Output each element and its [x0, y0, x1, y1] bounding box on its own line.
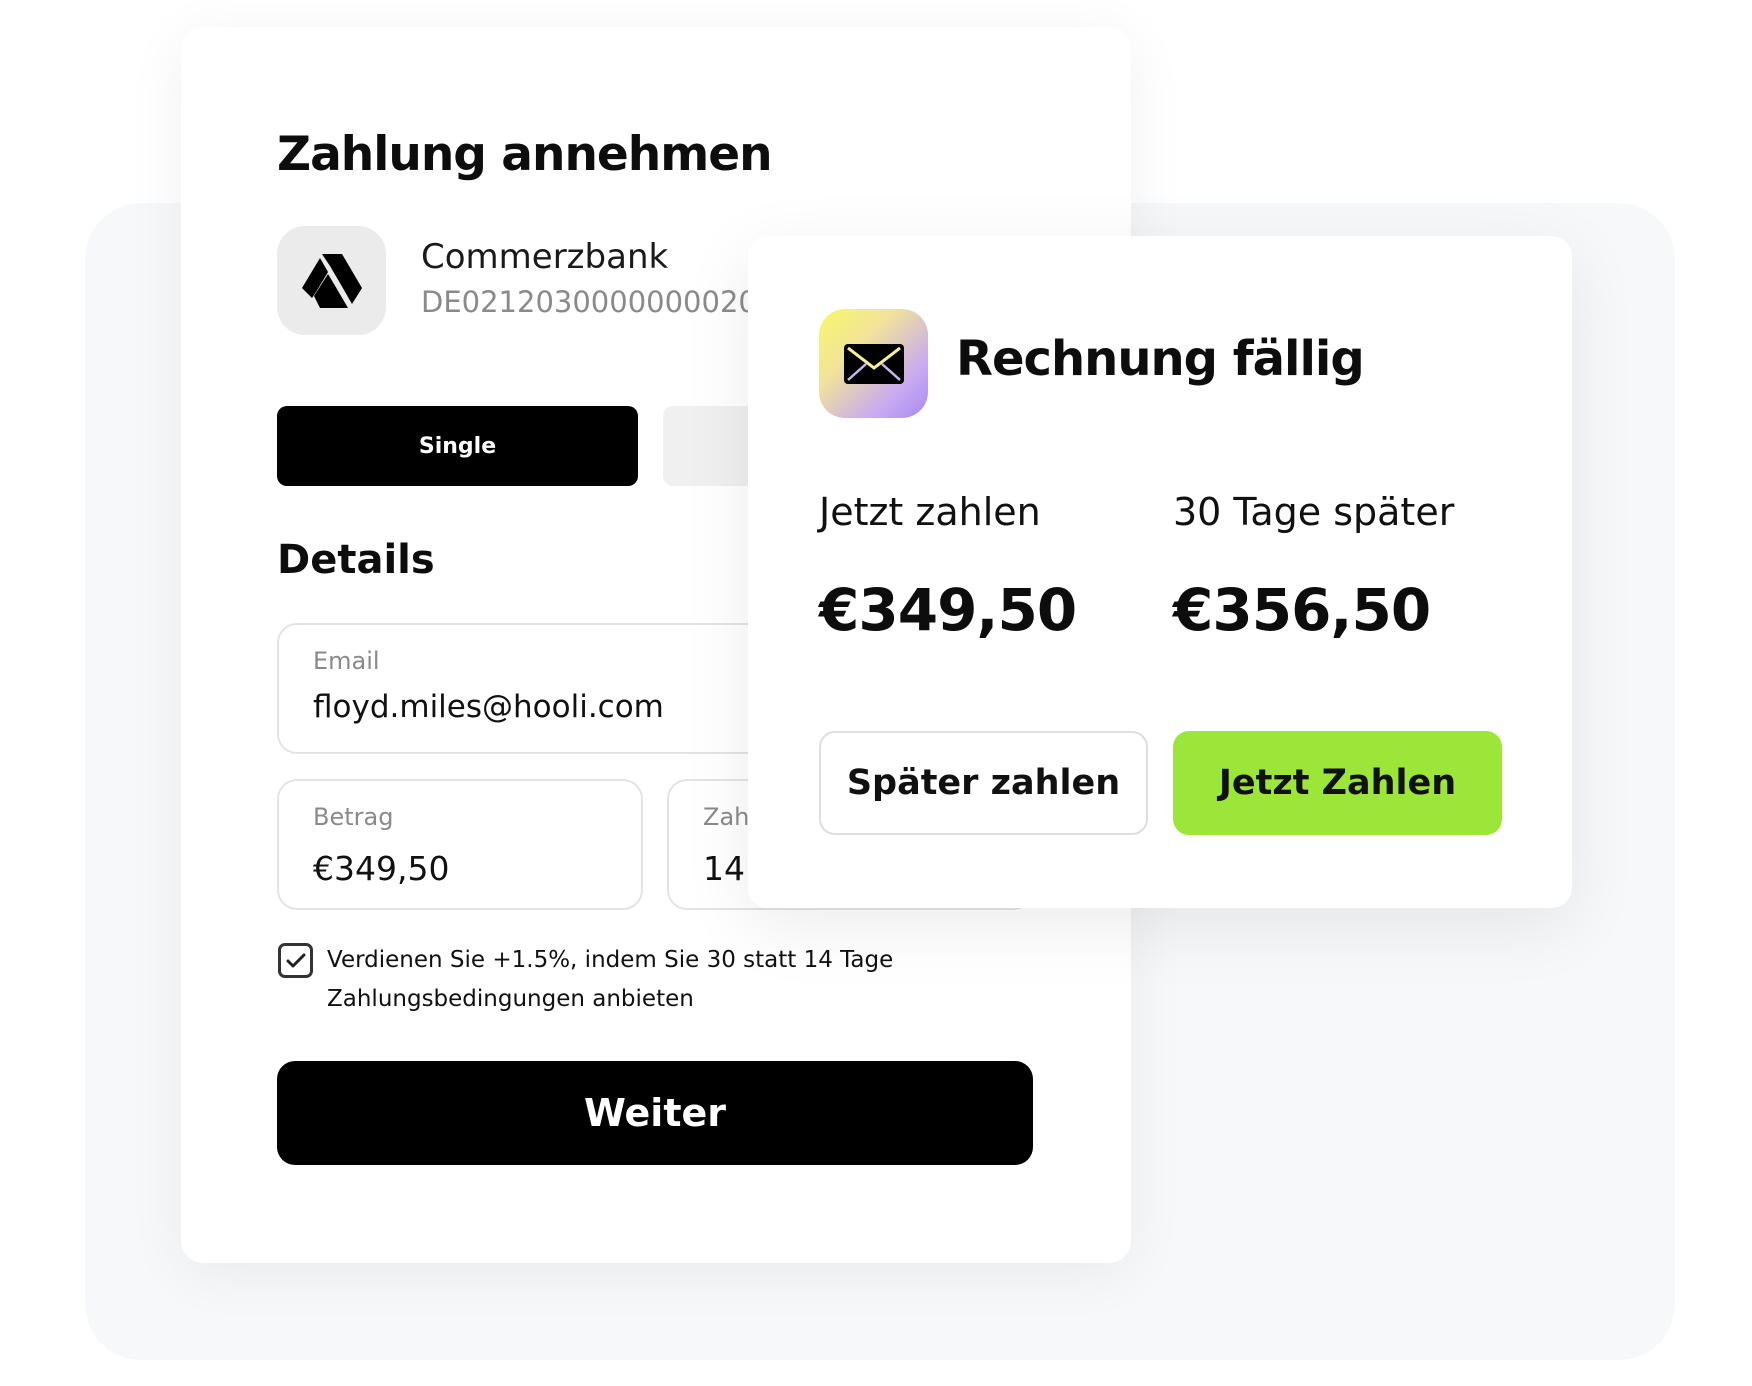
details-heading: Details: [277, 537, 435, 583]
extended-terms-checkbox[interactable]: [278, 943, 313, 978]
payment-type-single-button[interactable]: Single: [277, 406, 638, 486]
invoice-due-popup: Rechnung fällig Jetzt zahlen €349,50 30 …: [748, 236, 1572, 908]
email-field-value[interactable]: floyd.miles@hooli.com: [313, 689, 664, 725]
pay-now-button[interactable]: Jetzt Zahlen: [1173, 731, 1502, 835]
amount-field-value[interactable]: €349,50: [313, 849, 449, 888]
pay-later-option-amount: €356,50: [1173, 576, 1431, 644]
page-title: Zahlung annehmen: [277, 127, 773, 182]
pay-later-button[interactable]: Später zahlen: [819, 731, 1148, 835]
commerzbank-logo-icon: [301, 253, 362, 308]
continue-button[interactable]: Weiter: [277, 1061, 1033, 1165]
mail-tile: [819, 309, 928, 418]
bank-logo: [277, 226, 386, 335]
amount-field[interactable]: Betrag €349,50: [277, 779, 643, 910]
pay-now-option-label: Jetzt zahlen: [819, 490, 1041, 534]
invoice-title: Rechnung fällig: [956, 331, 1365, 387]
pay-now-option-amount: €349,50: [819, 576, 1077, 644]
checkmark-icon: [286, 953, 305, 967]
mail-icon: [843, 343, 904, 384]
pay-later-option-label: 30 Tage später: [1173, 490, 1455, 534]
email-field-label: Email: [313, 647, 380, 675]
stage: Zahlung annehmen Commerzbank DE021203000…: [0, 0, 1752, 1386]
extended-terms-label: Verdienen Sie +1.5%, indem Sie 30 statt …: [327, 947, 894, 1012]
amount-field-label: Betrag: [313, 803, 394, 831]
bank-name: Commerzbank: [421, 237, 669, 277]
